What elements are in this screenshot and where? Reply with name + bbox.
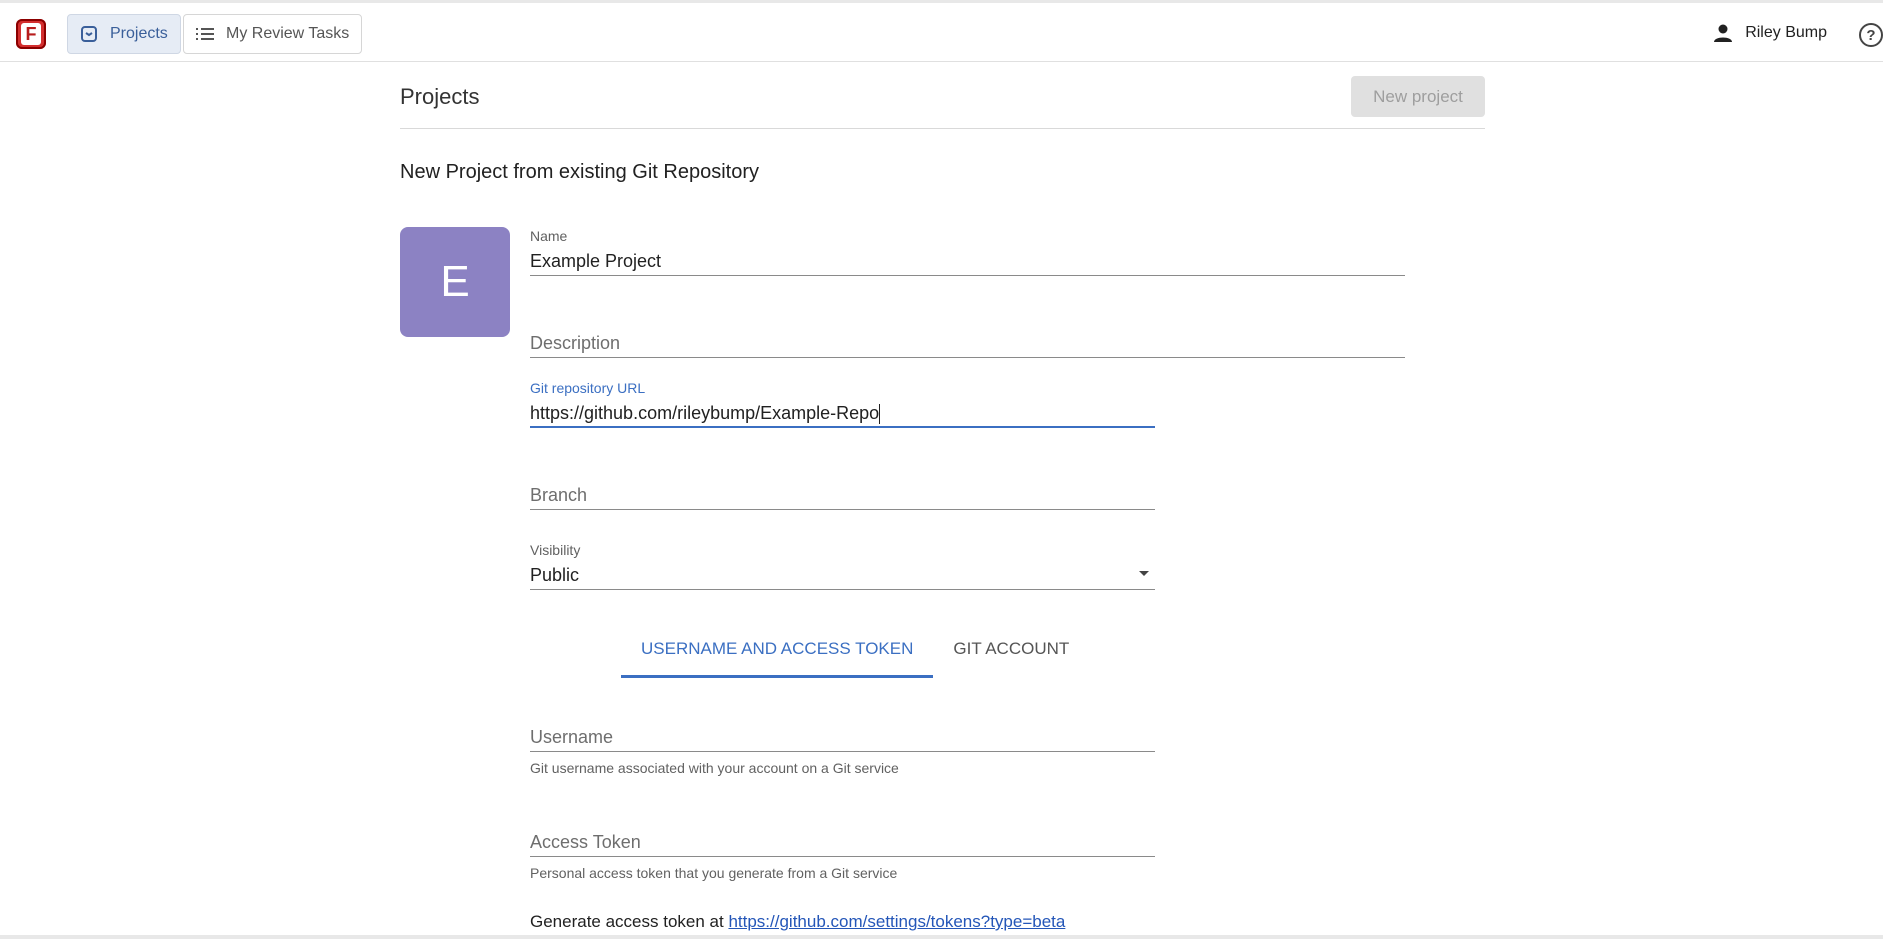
git-url-label: Git repository URL <box>530 380 646 396</box>
tab-git-account[interactable]: GIT ACCOUNT <box>933 626 1089 678</box>
username-helper-text: Git username associated with your accoun… <box>530 760 899 776</box>
access-token-input[interactable]: Access Token <box>530 827 1155 857</box>
page-title: Projects <box>400 84 480 109</box>
top-navigation-bar: F Projects My Review Tasks Riley Bump ? <box>0 0 1883 62</box>
project-avatar[interactable]: E <box>400 227 510 337</box>
username-field[interactable]: Username Git username associated with yo… <box>530 722 1155 776</box>
nav-projects-button[interactable]: Projects <box>67 14 181 54</box>
generate-token-text: Generate access token at <box>530 912 729 931</box>
name-field[interactable]: Name Example Project <box>530 228 1405 276</box>
tab-username-token[interactable]: USERNAME AND ACCESS TOKEN <box>621 626 934 678</box>
list-icon <box>196 27 214 41</box>
avatar-letter: E <box>440 257 470 306</box>
app-logo[interactable]: F <box>16 19 46 49</box>
git-url-field[interactable]: Git repository URL https://github.com/ri… <box>530 380 1155 428</box>
username-input[interactable]: Username <box>530 722 1155 752</box>
visibility-select[interactable]: Visibility Public <box>530 542 1155 590</box>
branch-field[interactable]: Branch <box>530 480 1155 510</box>
title-divider <box>400 128 1485 129</box>
person-icon <box>1713 23 1733 43</box>
description-input[interactable]: Description <box>530 328 1405 358</box>
access-token-helper-text: Personal access token that you generate … <box>530 865 898 881</box>
nav-projects-label: Projects <box>110 25 168 42</box>
nav-review-tasks-button[interactable]: My Review Tasks <box>183 14 363 54</box>
section-title: New Project from existing Git Repository <box>400 161 760 183</box>
git-url-value: https://github.com/rileybump/Example-Rep… <box>530 403 880 423</box>
branch-input[interactable]: Branch <box>530 480 1155 510</box>
access-token-field[interactable]: Access Token Personal access token that … <box>530 827 1155 881</box>
logo-letter: F <box>21 23 41 45</box>
user-name: Riley Bump <box>1745 24 1827 41</box>
generate-token-line: Generate access token at https://github.… <box>530 912 1065 932</box>
nav-review-tasks-label: My Review Tasks <box>226 25 350 42</box>
name-input[interactable]: Example Project <box>530 246 1405 276</box>
git-url-input[interactable]: https://github.com/rileybump/Example-Rep… <box>530 398 1155 428</box>
auth-tabs: USERNAME AND ACCESS TOKEN GIT ACCOUNT <box>621 626 1089 678</box>
description-field[interactable]: Description <box>530 328 1405 358</box>
dropdown-arrow-icon[interactable] <box>1139 571 1149 576</box>
user-menu[interactable]: Riley Bump <box>1713 23 1827 43</box>
visibility-label: Visibility <box>530 542 581 558</box>
folder-icon <box>80 25 98 43</box>
help-circle-icon[interactable]: ? <box>1859 23 1883 47</box>
generate-token-link[interactable]: https://github.com/settings/tokens?type=… <box>728 912 1065 931</box>
text-cursor <box>879 404 881 425</box>
visibility-value[interactable]: Public <box>530 560 1155 590</box>
bottom-border <box>0 935 1883 939</box>
name-label: Name <box>530 228 568 244</box>
new-project-button[interactable]: New project <box>1351 76 1485 117</box>
